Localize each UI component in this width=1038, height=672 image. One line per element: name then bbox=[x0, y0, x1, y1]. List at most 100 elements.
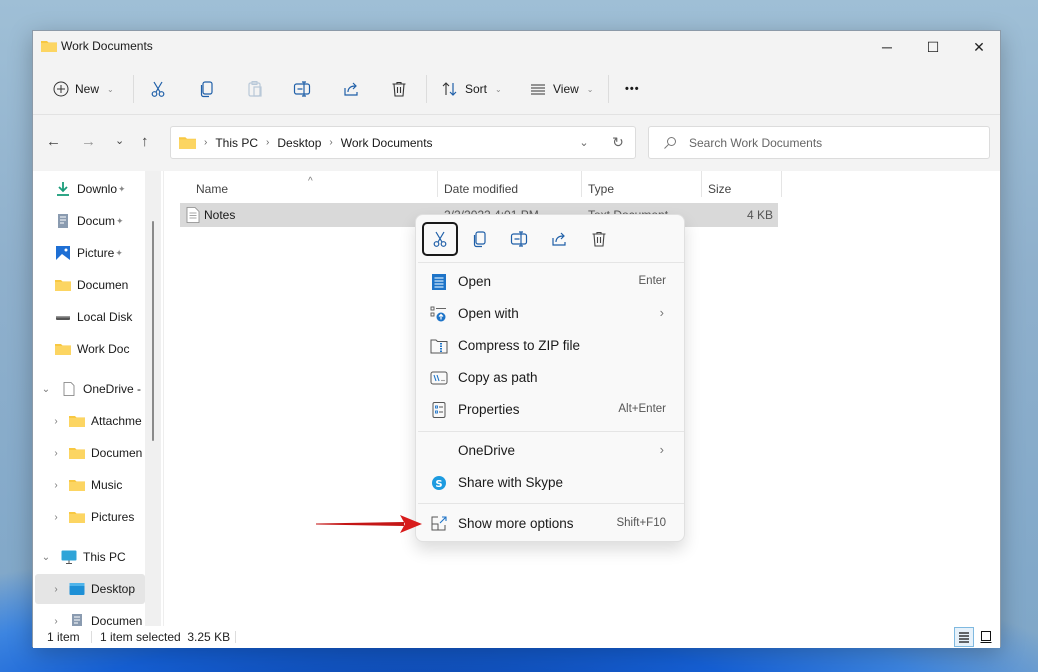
sort-icon bbox=[442, 82, 457, 96]
cut-button[interactable] bbox=[149, 75, 167, 103]
rename-button[interactable] bbox=[293, 75, 311, 103]
share-button[interactable] bbox=[342, 75, 360, 103]
menu-item-open[interactable]: Open Enter bbox=[420, 267, 682, 297]
navigation-bar: ← → ⌄ ↑ › This PC › Desktop › Work Docum… bbox=[33, 115, 1000, 171]
minimize-button[interactable]: ─ bbox=[864, 31, 910, 63]
command-bar: New ⌄ Sort ⌄ View ⌄ ••• bbox=[33, 63, 1000, 115]
view-label: View bbox=[553, 82, 579, 96]
paste-button[interactable] bbox=[246, 75, 264, 103]
column-header-name[interactable]: Name bbox=[196, 177, 228, 201]
sidebar-item-attachments[interactable]: › Attachme bbox=[33, 406, 145, 436]
window-title: Work Documents bbox=[61, 39, 153, 53]
chevron-right-icon[interactable]: › bbox=[49, 616, 63, 627]
context-rename-button[interactable] bbox=[501, 222, 537, 256]
more-options-button[interactable]: ••• bbox=[625, 75, 640, 103]
recent-locations-button[interactable]: ⌄ bbox=[115, 134, 124, 147]
breadcrumb-separator: › bbox=[266, 137, 270, 148]
chevron-right-icon[interactable]: › bbox=[49, 416, 63, 427]
chevron-right-icon[interactable]: › bbox=[49, 512, 63, 523]
sidebar-item-pictures-pinned[interactable]: Picture ✦ bbox=[33, 238, 145, 268]
column-header-type[interactable]: Type bbox=[588, 177, 614, 201]
pin-icon: ✦ bbox=[118, 183, 126, 194]
context-cut-button[interactable] bbox=[422, 222, 458, 256]
sidebar-item-onedrive-documents[interactable]: › Documen bbox=[33, 438, 145, 468]
chevron-right-icon[interactable]: › bbox=[49, 448, 63, 459]
column-header-date-modified[interactable]: Date modified bbox=[444, 177, 518, 201]
menu-item-compress-zip[interactable]: Compress to ZIP file bbox=[420, 331, 682, 361]
cut-icon bbox=[151, 81, 165, 97]
chevron-right-icon[interactable]: › bbox=[49, 480, 63, 491]
chevron-down-icon: ⌄ bbox=[495, 84, 502, 94]
file-size: 4 KB bbox=[746, 208, 773, 222]
maximize-button[interactable]: ☐ bbox=[910, 31, 956, 63]
view-button[interactable]: View ⌄ bbox=[529, 75, 594, 103]
shortcut: Enter bbox=[638, 275, 667, 287]
drive-icon bbox=[56, 316, 70, 320]
sidebar-item-onedrive[interactable]: ⌄ OneDrive - bbox=[33, 374, 145, 404]
address-history-dropdown[interactable]: ⌄ bbox=[567, 136, 601, 149]
toolbar-divider bbox=[133, 75, 134, 103]
details-view-button[interactable] bbox=[954, 627, 974, 647]
menu-item-properties[interactable]: Properties Alt+Enter bbox=[420, 395, 682, 425]
details-view-icon bbox=[959, 632, 969, 643]
copy-path-icon bbox=[430, 371, 448, 385]
context-copy-button[interactable] bbox=[462, 222, 498, 256]
context-quick-actions bbox=[416, 215, 684, 261]
column-header-size[interactable]: Size bbox=[708, 177, 731, 201]
menu-item-open-with[interactable]: Open with › bbox=[420, 299, 682, 329]
breadcrumb-separator: › bbox=[204, 137, 208, 148]
up-button[interactable]: ↑ bbox=[141, 133, 149, 150]
forward-button[interactable]: → bbox=[81, 133, 96, 150]
plus-circle-icon bbox=[53, 81, 69, 97]
back-button[interactable]: ← bbox=[46, 133, 61, 150]
chevron-right-icon[interactable]: › bbox=[49, 584, 63, 595]
pin-icon: ✦ bbox=[116, 215, 124, 226]
submenu-chevron-icon: › bbox=[659, 442, 664, 457]
large-icons-view-button[interactable] bbox=[976, 627, 996, 647]
delete-button[interactable] bbox=[390, 75, 408, 103]
notepad-icon bbox=[432, 274, 446, 290]
breadcrumb-work-documents[interactable]: Work Documents bbox=[341, 136, 433, 150]
context-delete-button[interactable] bbox=[581, 222, 617, 256]
sidebar-item-pc-documents[interactable]: › Documen bbox=[33, 606, 145, 626]
sidebar-item-music[interactable]: › Music bbox=[33, 470, 145, 500]
sidebar-item-local-disk[interactable]: Local Disk bbox=[33, 302, 145, 332]
sidebar-item-onedrive-pictures[interactable]: › Pictures bbox=[33, 502, 145, 532]
column-divider[interactable] bbox=[781, 171, 782, 197]
context-share-button[interactable] bbox=[541, 222, 577, 256]
breadcrumb-desktop[interactable]: Desktop bbox=[277, 136, 321, 150]
sort-button[interactable]: Sort ⌄ bbox=[441, 75, 502, 103]
sidebar-item-this-pc[interactable]: ⌄ This PC bbox=[33, 542, 145, 572]
refresh-icon[interactable]: ↻ bbox=[601, 134, 635, 151]
folder-icon bbox=[69, 512, 85, 523]
menu-item-onedrive[interactable]: OneDrive › bbox=[420, 436, 682, 466]
sidebar-scrollbar[interactable] bbox=[145, 171, 161, 626]
more-options-icon bbox=[431, 516, 447, 531]
copy-button[interactable] bbox=[198, 75, 216, 103]
search-box[interactable]: Search Work Documents bbox=[648, 126, 990, 159]
column-divider[interactable] bbox=[701, 171, 702, 197]
toolbar-divider bbox=[608, 75, 609, 103]
menu-item-share-with-skype[interactable]: S Share with Skype bbox=[420, 468, 682, 498]
menu-item-copy-as-path[interactable]: Copy as path bbox=[420, 363, 682, 393]
chevron-down-icon[interactable]: ⌄ bbox=[39, 552, 53, 563]
chevron-down-icon[interactable]: ⌄ bbox=[39, 384, 53, 395]
sidebar-item-documents-pinned[interactable]: Docum ✦ bbox=[33, 206, 145, 236]
scrollbar-thumb[interactable] bbox=[152, 221, 154, 441]
address-bar[interactable]: › This PC › Desktop › Work Documents ⌄ ↻ bbox=[170, 126, 636, 159]
sidebar-item-desktop[interactable]: › Desktop bbox=[35, 574, 145, 604]
new-button[interactable]: New ⌄ bbox=[53, 75, 114, 103]
column-divider[interactable] bbox=[437, 171, 438, 197]
large-icons-view-icon bbox=[980, 631, 992, 643]
sidebar-item-work-documents[interactable]: Work Doc bbox=[33, 334, 145, 364]
folder-icon bbox=[55, 280, 71, 291]
close-button[interactable]: ✕ bbox=[956, 31, 1002, 63]
view-list-icon bbox=[531, 84, 545, 95]
breadcrumb-this-pc[interactable]: This PC bbox=[215, 136, 258, 150]
folder-icon bbox=[55, 344, 71, 355]
column-divider[interactable] bbox=[581, 171, 582, 197]
menu-item-show-more-options[interactable]: Show more options Shift+F10 bbox=[420, 509, 682, 539]
sidebar-item-downloads[interactable]: Downlo ✦ bbox=[33, 174, 145, 204]
shortcut: Shift+F10 bbox=[616, 517, 666, 529]
sidebar-item-documents-folder[interactable]: Documen bbox=[33, 270, 145, 300]
